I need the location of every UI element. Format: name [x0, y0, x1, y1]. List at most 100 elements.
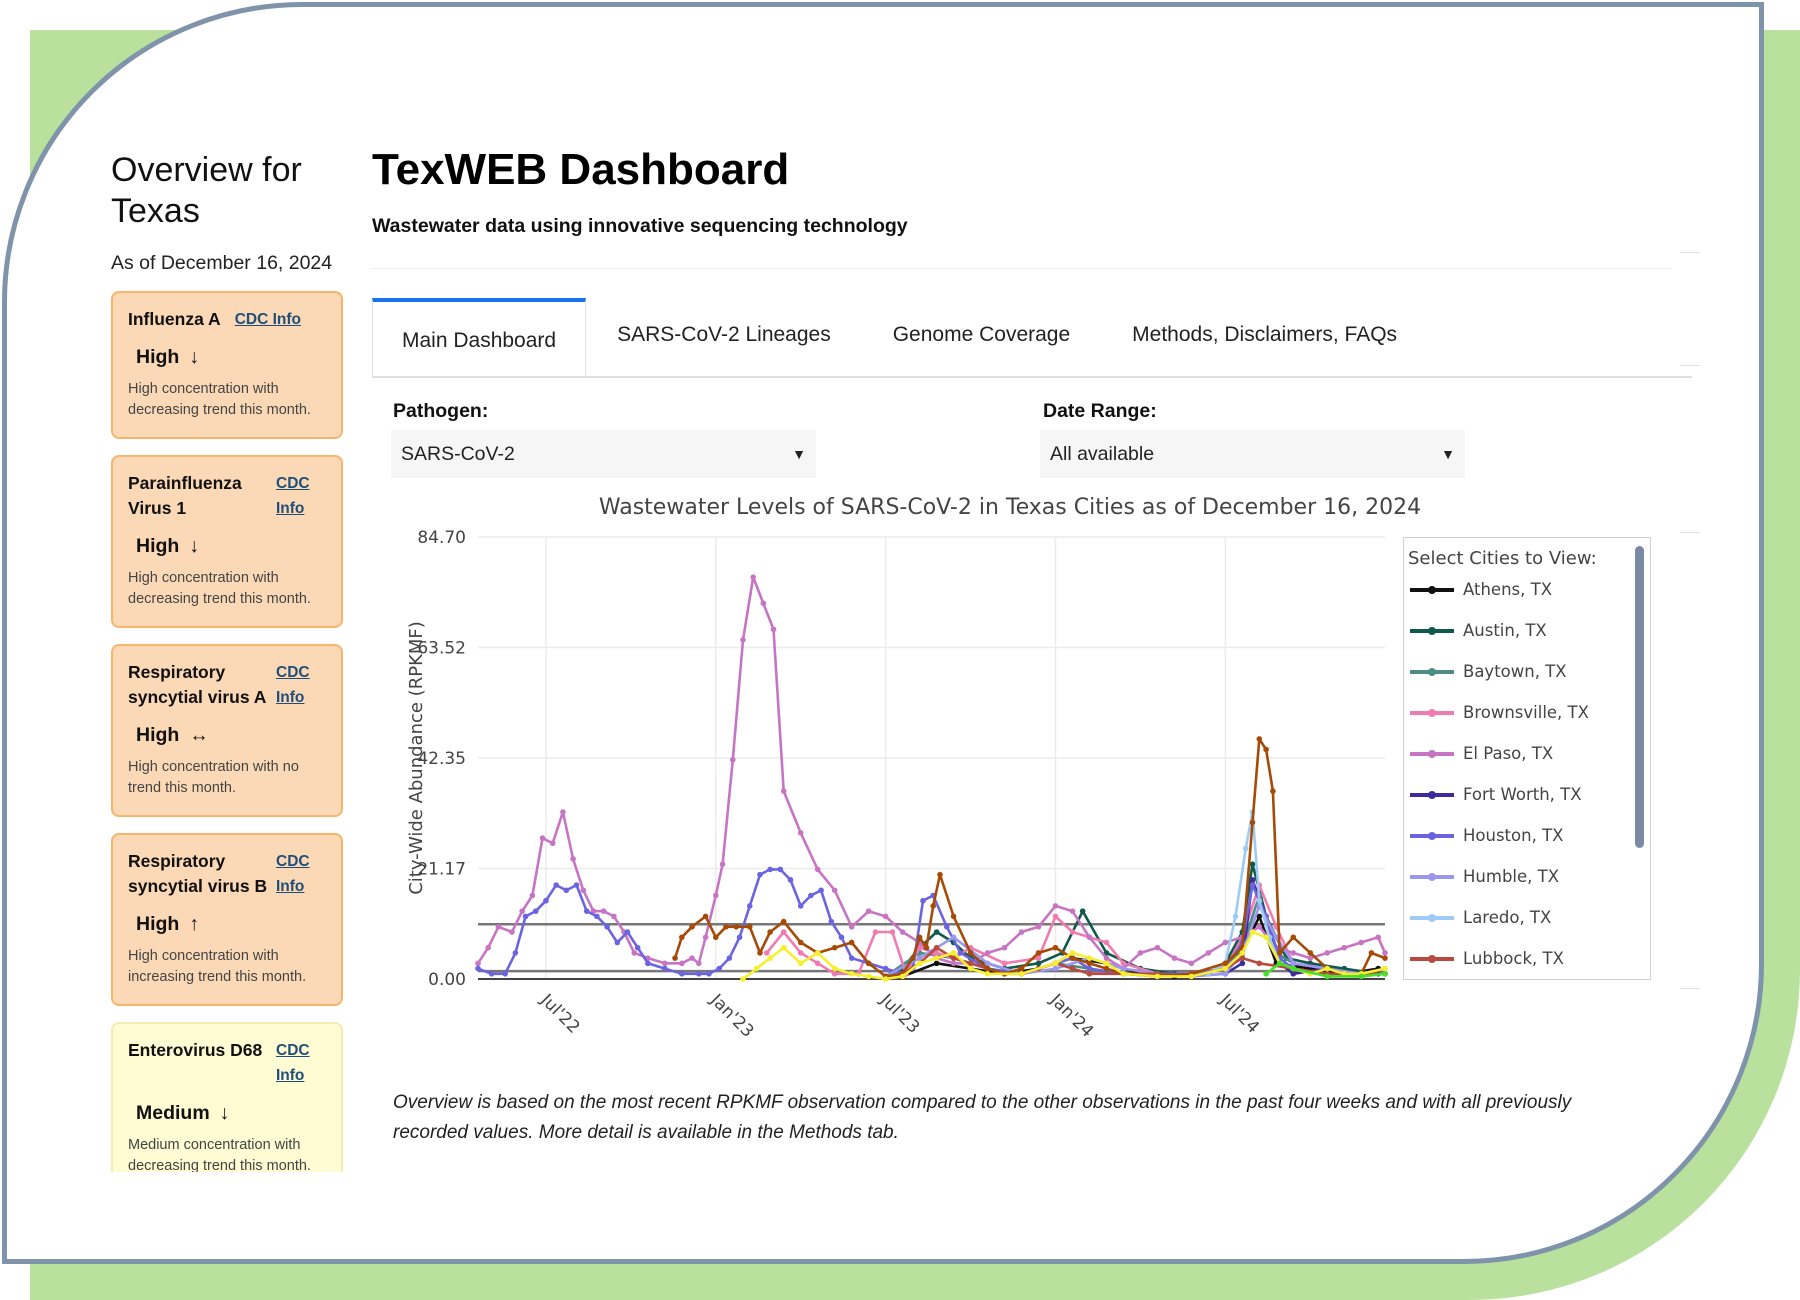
- data-point: [1052, 903, 1059, 909]
- data-point: [797, 950, 804, 956]
- data-point: [1086, 934, 1093, 941]
- data-point: [594, 913, 600, 920]
- data-point: [1052, 913, 1059, 920]
- data-point: [757, 871, 763, 878]
- x-tick-label: Jan'24: [1045, 990, 1097, 1040]
- data-point: [950, 913, 957, 920]
- data-point: [760, 600, 767, 607]
- legend-item[interactable]: Lubbock, TX: [1410, 938, 1650, 979]
- data-point: [679, 934, 685, 941]
- main-header: TexWEB Dashboard Wastewater data using i…: [372, 145, 1702, 238]
- divider-tick: [1680, 988, 1700, 989]
- chevron-down-icon: ▼: [1441, 446, 1455, 462]
- data-point: [485, 944, 491, 951]
- concentration-level: High ↑: [136, 913, 326, 936]
- data-point: [1324, 950, 1331, 956]
- data-point: [1018, 970, 1025, 977]
- data-point: [1290, 934, 1297, 941]
- legend-item[interactable]: Houston, TX: [1410, 815, 1650, 856]
- chart-title: Wastewater Levels of SARS-CoV-2 in Texas…: [598, 495, 1422, 520]
- data-point: [1069, 950, 1076, 956]
- legend-scrollbar[interactable]: [1635, 546, 1644, 848]
- data-point: [679, 970, 685, 977]
- wastewater-line-chart[interactable]: Jul'22 Jan'23 Jul'23 Jan'24 Jul'240.0021.174…: [390, 520, 1400, 1040]
- tab-methods-disclaimers-faqs[interactable]: Methods, Disclaimers, FAQs: [1101, 298, 1428, 372]
- cdc-info-link[interactable]: CDC Info: [276, 1038, 326, 1088]
- legend-item[interactable]: El Paso, TX: [1410, 733, 1650, 774]
- data-point: [1242, 845, 1249, 852]
- data-point: [797, 830, 804, 836]
- legend-swatch: [1410, 831, 1454, 840]
- data-point: [543, 897, 549, 904]
- data-point: [1188, 973, 1195, 980]
- cdc-info-link[interactable]: CDC Info: [276, 660, 326, 710]
- date-range-select-value: All available: [1050, 442, 1155, 465]
- tab-sars-cov-2-lineages[interactable]: SARS-CoV-2 Lineages: [586, 298, 862, 372]
- data-point: [1222, 970, 1229, 977]
- data-point: [933, 944, 940, 951]
- data-point: [1001, 944, 1008, 951]
- data-point: [865, 908, 872, 914]
- data-point: [509, 929, 515, 935]
- y-axis-title: City-Wide Abundance (RPKMF): [406, 621, 427, 895]
- card-header: Respiratory syncytial virus A CDC Info: [128, 660, 326, 710]
- data-point: [848, 924, 855, 930]
- data-point: [716, 965, 722, 972]
- legend-swatch: [1410, 749, 1454, 758]
- tab-genome-coverage[interactable]: Genome Coverage: [862, 298, 1101, 372]
- legend-item[interactable]: Austin, TX: [1410, 610, 1650, 651]
- data-point: [899, 929, 906, 935]
- cdc-info-link[interactable]: CDC Info: [276, 471, 326, 521]
- legend-swatch: [1410, 585, 1454, 594]
- legend-item[interactable]: Athens, TX: [1410, 569, 1650, 610]
- data-point: [1001, 960, 1008, 967]
- data-point: [689, 924, 695, 930]
- cdc-info-link[interactable]: CDC Info: [276, 849, 326, 899]
- data-point: [475, 965, 481, 972]
- data-point: [719, 861, 726, 867]
- data-point: [1368, 950, 1375, 956]
- date-range-select[interactable]: All available ▼: [1040, 430, 1465, 478]
- tab-main-dashboard[interactable]: Main Dashboard: [372, 298, 587, 376]
- legend-item[interactable]: Brownsville, TX: [1410, 692, 1650, 733]
- data-point: [950, 950, 957, 956]
- data-point: [1069, 965, 1076, 972]
- data-point: [600, 908, 607, 914]
- legend-item[interactable]: Laredo, TX: [1410, 897, 1650, 938]
- data-point: [729, 757, 736, 763]
- data-point: [1358, 973, 1365, 980]
- data-point: [1103, 955, 1110, 961]
- cdc-info-link[interactable]: CDC Info: [235, 307, 301, 332]
- pathogen-select-value: SARS-CoV-2: [401, 442, 515, 465]
- data-point: [1290, 970, 1297, 977]
- data-point: [1249, 819, 1256, 826]
- legend-item[interactable]: Humble, TX: [1410, 856, 1650, 897]
- data-point: [495, 924, 502, 930]
- data-point: [933, 955, 940, 961]
- data-point: [767, 866, 773, 873]
- level-description: High concentration with no trend this mo…: [128, 759, 299, 796]
- level-label: High: [136, 724, 180, 746]
- level-label: Medium: [136, 1102, 210, 1124]
- legend-item[interactable]: Baytown, TX: [1410, 651, 1650, 692]
- data-point: [814, 960, 821, 967]
- data-point: [838, 934, 845, 941]
- data-point: [1205, 950, 1212, 956]
- data-point: [1382, 965, 1388, 972]
- legend-item[interactable]: Fort Worth, TX: [1410, 774, 1650, 815]
- data-point: [1256, 897, 1263, 904]
- data-point: [532, 908, 539, 914]
- data-point: [767, 929, 773, 935]
- pathogen-select[interactable]: SARS-CoV-2 ▼: [391, 430, 816, 478]
- data-point: [808, 892, 814, 899]
- data-point: [740, 637, 746, 643]
- data-point: [1232, 913, 1239, 920]
- data-point: [770, 626, 777, 633]
- data-point: [614, 939, 621, 946]
- data-point: [1290, 950, 1297, 956]
- data-point: [899, 973, 906, 980]
- data-point: [787, 877, 794, 883]
- data-point: [1249, 882, 1256, 888]
- data-point: [645, 960, 651, 967]
- data-point: [726, 955, 733, 961]
